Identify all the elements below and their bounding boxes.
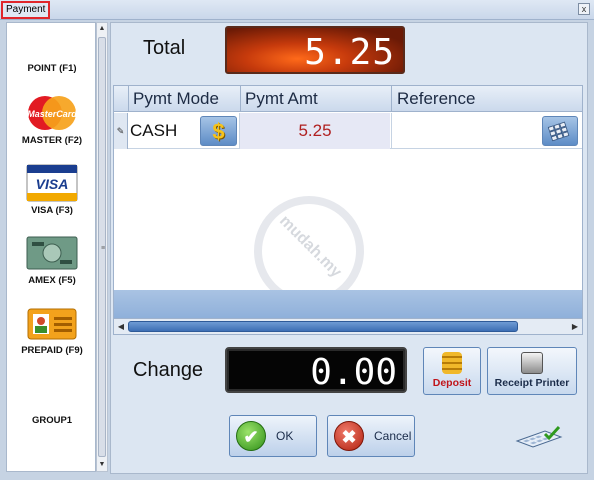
table-row[interactable]: ✎ CASH $ 5.25: [114, 113, 582, 149]
column-divider: [391, 113, 392, 149]
column-header-pymt-amt[interactable]: Pymt Amt: [245, 89, 318, 109]
total-label: Total: [143, 37, 186, 59]
cancel-label: Cancel: [374, 429, 412, 443]
deposit-label: Deposit: [432, 377, 472, 389]
payment-method-label: POINT (F1): [27, 63, 77, 74]
deposit-button[interactable]: Deposit: [423, 347, 481, 395]
grid-horizontal-scrollbar[interactable]: ◀ ▶: [114, 318, 582, 334]
column-divider: [391, 86, 392, 112]
scrollbar-thumb[interactable]: ≡: [98, 37, 106, 457]
payment-method-label: AMEX (F5): [28, 275, 76, 286]
grip-icon: ≡: [100, 245, 106, 252]
payment-method-point[interactable]: POINT (F1): [7, 63, 97, 74]
visa-icon: VISA: [26, 164, 78, 202]
payment-method-visa[interactable]: VISA VISA (F3): [7, 163, 97, 216]
total-value: 5.25: [304, 32, 395, 73]
prepaid-card-icon: [27, 308, 77, 340]
total-display: 5.25: [225, 26, 405, 74]
payment-amount-cell[interactable]: 5.25: [240, 113, 390, 149]
mastercard-icon: MasterCard: [27, 96, 77, 130]
checkmark-icon: ✔: [236, 421, 266, 451]
payment-method-label: VISA (F3): [31, 205, 73, 216]
payment-method-scrollbar[interactable]: ▲ ≡ ▼: [96, 22, 108, 472]
reference-keypad-button[interactable]: [542, 116, 578, 146]
column-header-pymt-mode[interactable]: Pymt Mode: [133, 89, 219, 109]
scrollbar-thumb[interactable]: [128, 321, 518, 332]
payment-main-panel: Total 5.25 Pymt Mode Pymt Amt Reference …: [110, 22, 588, 474]
change-display: 0.00: [225, 347, 407, 393]
payment-method-label: MASTER (F2): [21, 135, 83, 146]
grid-footer: [114, 290, 582, 318]
payment-grid: Pymt Mode Pymt Amt Reference ✎ CASH $ 5.…: [113, 85, 583, 335]
coins-icon: [442, 352, 462, 374]
receipt-printer-label: Receipt Printer: [494, 377, 570, 389]
scroll-right-icon[interactable]: ▶: [569, 320, 581, 333]
scroll-left-icon[interactable]: ◀: [115, 320, 127, 333]
printer-icon: [521, 352, 543, 374]
receipt-printer-button[interactable]: Receipt Printer: [487, 347, 577, 395]
column-divider: [128, 86, 129, 112]
ok-label: OK: [276, 429, 294, 443]
payment-method-label: PREPAID (F9): [21, 345, 83, 356]
payment-method-amex[interactable]: AMEX (F5): [7, 233, 97, 286]
payment-method-group1[interactable]: GROUP1: [7, 415, 97, 426]
ok-button[interactable]: ✔ OK: [229, 415, 317, 457]
close-x-icon: ✖: [334, 421, 364, 451]
change-label: Change: [133, 359, 204, 381]
payment-method-label: GROUP1: [31, 415, 73, 426]
cancel-button[interactable]: ✖ Cancel: [327, 415, 415, 457]
payment-mode-cell[interactable]: CASH: [130, 121, 177, 141]
scroll-up-icon[interactable]: ▲: [97, 23, 107, 35]
close-button[interactable]: x: [578, 3, 590, 15]
keyboard-icon[interactable]: [515, 425, 563, 449]
visa-logo-text: VISA: [36, 176, 69, 192]
grid-header: Pymt Mode Pymt Amt Reference: [114, 86, 582, 112]
payment-method-panel: POINT (F1) MasterCard MASTER (F2) VISA V…: [6, 22, 96, 472]
dollar-icon: $: [212, 119, 225, 144]
change-value: 0.00: [310, 352, 397, 393]
column-header-reference[interactable]: Reference: [397, 89, 475, 109]
column-divider: [240, 86, 241, 112]
cash-dollar-button[interactable]: $: [200, 116, 237, 146]
keypad-icon: [547, 121, 570, 142]
watermark-text: mudah.my: [276, 212, 345, 281]
scroll-down-icon[interactable]: ▼: [97, 459, 107, 471]
window-title: Payment: [1, 1, 51, 19]
payment-method-master[interactable]: MasterCard MASTER (F2): [7, 93, 97, 146]
payment-amount-value: 5.25: [298, 121, 332, 140]
amex-card-icon: [26, 236, 78, 270]
title-bar: Payment x: [0, 0, 594, 20]
payment-method-prepaid[interactable]: PREPAID (F9): [7, 303, 97, 356]
edit-pencil-icon: ✎: [114, 113, 128, 149]
mastercard-logo-text: MasterCard: [27, 109, 77, 119]
